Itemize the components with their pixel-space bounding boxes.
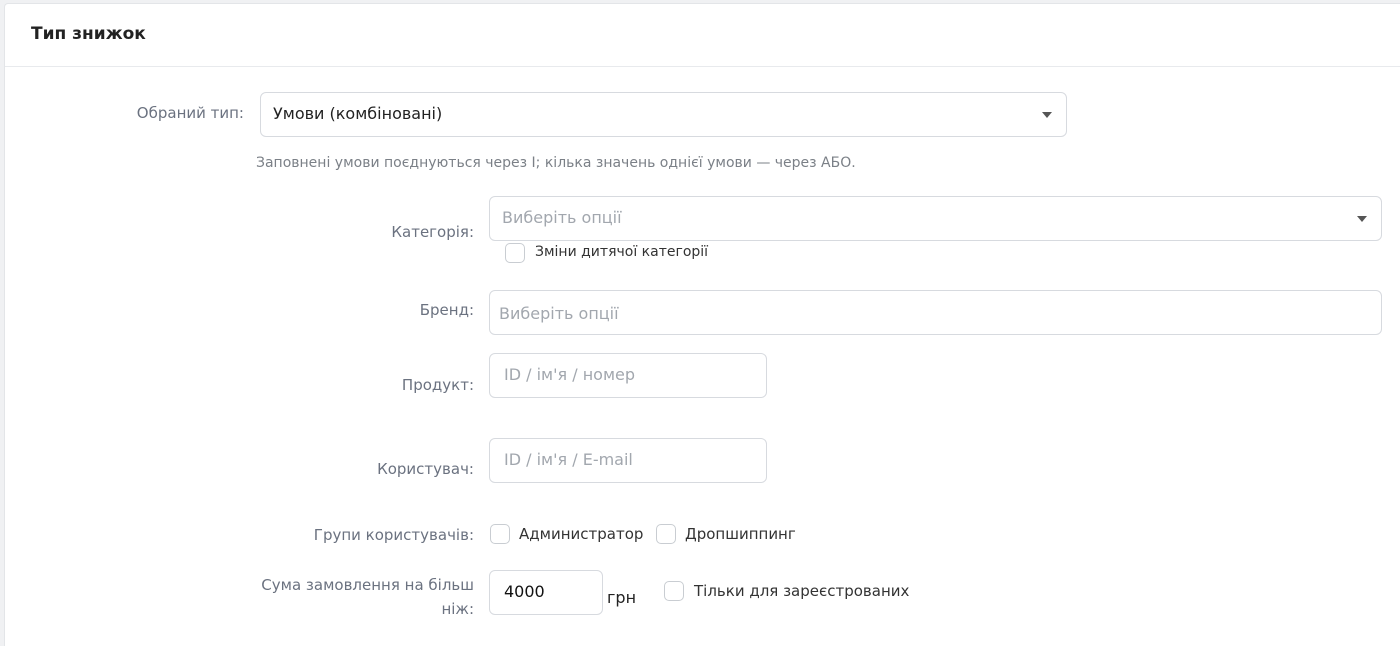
user-search-input[interactable]: ID / ім'я / E-mail bbox=[489, 438, 767, 483]
group-dropshipping-label: Дропшиппинг bbox=[685, 525, 796, 543]
currency-unit: грн bbox=[607, 588, 637, 607]
category-label: Категорія: bbox=[391, 223, 474, 241]
panel-title: Тип знижок bbox=[31, 24, 146, 44]
conditions-hint: Заповнені умови поєднуються через І; кіл… bbox=[256, 155, 856, 171]
group-admin-checkbox[interactable] bbox=[490, 524, 510, 544]
user-placeholder: ID / ім'я / E-mail bbox=[504, 450, 633, 469]
group-admin-label: Администратор bbox=[519, 525, 644, 543]
category-placeholder: Виберіть опції bbox=[502, 208, 622, 227]
user-groups-label: Групи користувачів: bbox=[313, 526, 474, 544]
registered-only-checkbox[interactable] bbox=[664, 581, 684, 601]
order-sum-label-line2: ніж: bbox=[441, 600, 474, 618]
brand-label: Бренд: bbox=[419, 301, 474, 319]
order-sum-input[interactable]: 4000 bbox=[489, 570, 603, 615]
child-category-label: Зміни дитячої категорії bbox=[535, 244, 709, 260]
chevron-down-icon bbox=[1042, 112, 1052, 118]
order-sum-label-line1: Сума замовлення на більш bbox=[261, 576, 474, 594]
group-dropshipping-checkbox[interactable] bbox=[656, 524, 676, 544]
discount-type-select[interactable]: Умови (комбіновані) bbox=[260, 92, 1067, 137]
type-select-label: Обраний тип: bbox=[136, 104, 244, 122]
panel-header: Тип знижок bbox=[5, 4, 1400, 67]
user-label: Користувач: bbox=[377, 460, 474, 478]
chevron-down-icon bbox=[1357, 216, 1367, 222]
registered-only-label: Тільки для зареєстрованих bbox=[694, 582, 910, 600]
product-search-input[interactable]: ID / ім'я / номер bbox=[489, 353, 767, 398]
category-multiselect[interactable]: Виберіть опції bbox=[489, 196, 1382, 241]
child-category-checkbox[interactable] bbox=[505, 243, 525, 263]
product-placeholder: ID / ім'я / номер bbox=[504, 365, 636, 384]
order-sum-value: 4000 bbox=[504, 582, 545, 601]
brand-placeholder: Виберіть опції bbox=[499, 304, 619, 323]
brand-multiselect[interactable]: Виберіть опції bbox=[489, 290, 1382, 335]
product-label: Продукт: bbox=[401, 376, 474, 394]
discount-type-value: Умови (комбіновані) bbox=[273, 104, 443, 123]
